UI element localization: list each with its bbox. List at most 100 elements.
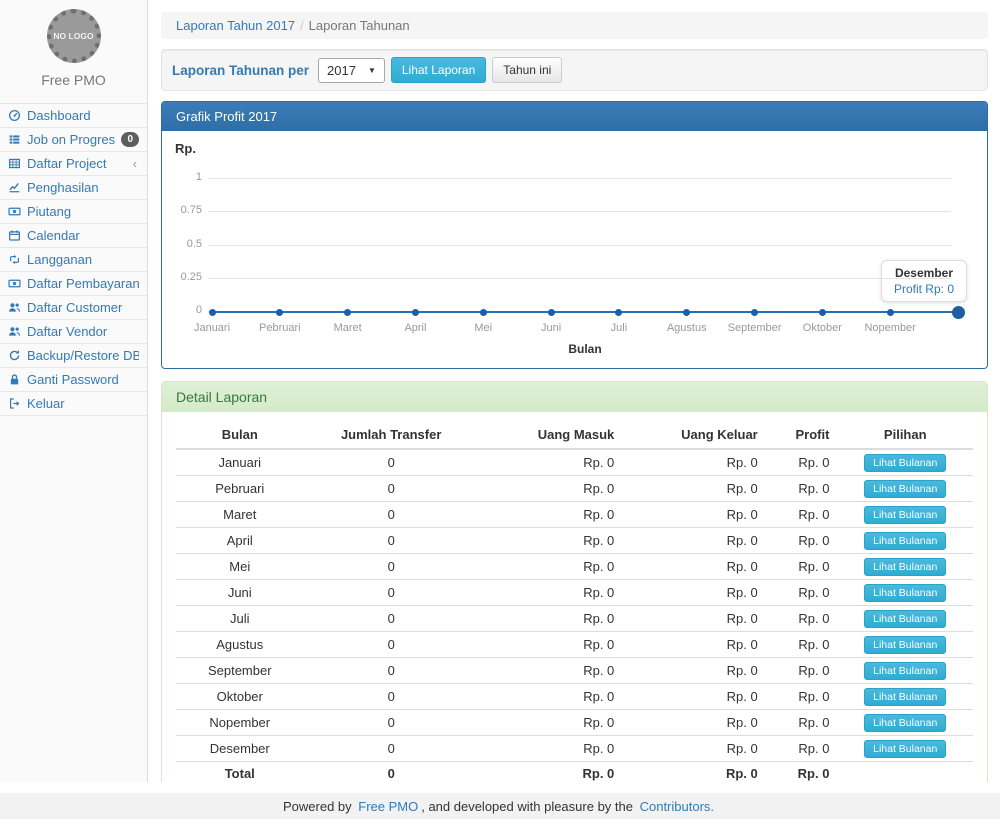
lihat-bulanan-button-september[interactable]: Lihat Bulanan xyxy=(864,662,946,680)
filter-label: Laporan Tahunan per xyxy=(172,63,309,78)
sidebar-item-dashboard[interactable]: Dashboard xyxy=(0,104,147,128)
sidebar-item-label: Ganti Password xyxy=(27,372,139,387)
chart-point-september[interactable] xyxy=(751,309,758,316)
chart-point-april[interactable] xyxy=(412,309,419,316)
cell-uang_keluar: Rp. 0 xyxy=(622,554,765,580)
y-tick-label: 0.75 xyxy=(168,204,202,216)
sidebar-item-daftar-vendor[interactable]: Daftar Vendor xyxy=(0,320,147,344)
sidebar-item-piutang[interactable]: Piutang xyxy=(0,200,147,224)
lihat-bulanan-button-april[interactable]: Lihat Bulanan xyxy=(864,532,946,550)
cell-uang_keluar: Rp. 0 xyxy=(622,684,765,710)
sidebar-menu: Dashboard Job on Progress0Daftar Project‹… xyxy=(0,103,147,416)
cell-bulan: Mei xyxy=(176,554,304,580)
lihat-bulanan-button-juni[interactable]: Lihat Bulanan xyxy=(864,584,946,602)
count-badge: 0 xyxy=(121,132,139,147)
sidebar-item-job-on-progress[interactable]: Job on Progress0 xyxy=(0,128,147,152)
chart-point-agustus[interactable] xyxy=(683,309,690,316)
y-tick-label: 0 xyxy=(168,304,202,316)
sidebar-item-langganan[interactable]: Langganan xyxy=(0,248,147,272)
sidebar-item-keluar[interactable]: Keluar xyxy=(0,392,147,416)
lihat-bulanan-button-juli[interactable]: Lihat Bulanan xyxy=(864,610,946,628)
cell-pilihan xyxy=(837,762,973,783)
cell-jumlah_transfer: 0 xyxy=(304,736,479,762)
money-icon xyxy=(8,277,21,290)
sidebar-item-label: Daftar Vendor xyxy=(27,324,139,339)
sidebar-item-penghasilan[interactable]: Penghasilan xyxy=(0,176,147,200)
y-tick-label: 0.5 xyxy=(168,238,202,250)
refresh-icon xyxy=(8,349,21,362)
chart-point-maret[interactable] xyxy=(344,309,351,316)
sidebar-item-backup-restore-db[interactable]: Backup/Restore DB xyxy=(0,344,147,368)
chart-tooltip: Desember Profit Rp: 0 xyxy=(881,260,967,302)
cell-uang_masuk: Rp. 0 xyxy=(479,710,622,736)
cell-bulan: Oktober xyxy=(176,684,304,710)
sidebar-item-daftar-customer[interactable]: Daftar Customer xyxy=(0,296,147,320)
table-row: Pebruari0Rp. 0Rp. 0Rp. 0Lihat Bulanan xyxy=(176,476,973,502)
lihat-bulanan-button-mei[interactable]: Lihat Bulanan xyxy=(864,558,946,576)
breadcrumb-separator: / xyxy=(300,18,304,33)
sign-out-icon xyxy=(8,397,21,410)
lihat-bulanan-button-januari[interactable]: Lihat Bulanan xyxy=(864,454,946,472)
column-header-uang-masuk: Uang Masuk xyxy=(479,422,622,449)
cell-pilihan: Lihat Bulanan xyxy=(837,580,973,606)
lihat-bulanan-button-nopember[interactable]: Lihat Bulanan xyxy=(864,714,946,732)
lihat-bulanan-button-pebruari[interactable]: Lihat Bulanan xyxy=(864,480,946,498)
footer-link-contributors[interactable]: Contributors. xyxy=(640,799,714,814)
chart-point-januari[interactable] xyxy=(209,309,216,316)
chart-point-nopember[interactable] xyxy=(887,309,894,316)
cell-jumlah_transfer: 0 xyxy=(304,502,479,528)
x-tick-label: Nopember xyxy=(853,322,927,334)
cell-uang_keluar: Rp. 0 xyxy=(622,658,765,684)
cell-uang_masuk: Rp. 0 xyxy=(479,762,622,783)
sidebar-item-ganti-password[interactable]: Ganti Password xyxy=(0,368,147,392)
cell-bulan: Pebruari xyxy=(176,476,304,502)
lihat-bulanan-button-agustus[interactable]: Lihat Bulanan xyxy=(864,636,946,654)
chart-point-mei[interactable] xyxy=(480,309,487,316)
chart-x-axis-label: Bulan xyxy=(212,342,958,356)
sidebar-item-label: Piutang xyxy=(27,204,139,219)
table-row: Mei0Rp. 0Rp. 0Rp. 0Lihat Bulanan xyxy=(176,554,973,580)
year-select[interactable]: 2017 ▼ xyxy=(318,58,385,83)
table-row: Maret0Rp. 0Rp. 0Rp. 0Lihat Bulanan xyxy=(176,502,973,528)
x-tick-label: Mei xyxy=(446,322,520,334)
cell-jumlah_transfer: 0 xyxy=(304,528,479,554)
cell-uang_keluar: Rp. 0 xyxy=(622,528,765,554)
cell-bulan: April xyxy=(176,528,304,554)
cell-bulan: Maret xyxy=(176,502,304,528)
sidebar-item-calendar[interactable]: Calendar xyxy=(0,224,147,248)
cell-profit: Rp. 0 xyxy=(766,762,838,783)
detail-report-panel: Detail Laporan BulanJumlah TransferUang … xyxy=(161,381,988,782)
gridline xyxy=(208,178,951,179)
cell-uang_keluar: Rp. 0 xyxy=(622,580,765,606)
lihat-bulanan-button-oktober[interactable]: Lihat Bulanan xyxy=(864,688,946,706)
footer-link-free-pmo[interactable]: Free PMO xyxy=(358,799,418,814)
cell-profit: Rp. 0 xyxy=(766,658,838,684)
lihat-bulanan-button-desember[interactable]: Lihat Bulanan xyxy=(864,740,946,758)
lihat-bulanan-button-maret[interactable]: Lihat Bulanan xyxy=(864,506,946,524)
cell-uang_keluar: Rp. 0 xyxy=(622,736,765,762)
sidebar-item-label: Dashboard xyxy=(27,108,139,123)
chart-point-pebruari[interactable] xyxy=(276,309,283,316)
chart-point-oktober[interactable] xyxy=(819,309,826,316)
footer: Powered by Free PMO, and developed with … xyxy=(0,793,1000,819)
sidebar-item-daftar-project[interactable]: Daftar Project‹ xyxy=(0,152,147,176)
chart-point-juli[interactable] xyxy=(615,309,622,316)
cell-pilihan: Lihat Bulanan xyxy=(837,632,973,658)
cell-pilihan: Lihat Bulanan xyxy=(837,710,973,736)
sidebar-item-daftar-pembayaran[interactable]: Daftar Pembayaran xyxy=(0,272,147,296)
breadcrumb-link-laporan-tahun[interactable]: Laporan Tahun 2017 xyxy=(176,18,295,33)
cell-bulan: Agustus xyxy=(176,632,304,658)
cell-uang_masuk: Rp. 0 xyxy=(479,528,622,554)
sidebar: NO LOGO Free PMO DashboardJob on Progres… xyxy=(0,0,148,782)
tahun-ini-button[interactable]: Tahun ini xyxy=(492,57,562,83)
sidebar-item-label: Penghasilan xyxy=(27,180,139,195)
chart-point-juni[interactable] xyxy=(548,309,555,316)
y-tick-label: 1 xyxy=(168,171,202,183)
cell-profit: Rp. 0 xyxy=(766,554,838,580)
cell-pilihan: Lihat Bulanan xyxy=(837,476,973,502)
cell-bulan: Juli xyxy=(176,606,304,632)
lihat-laporan-button[interactable]: Lihat Laporan xyxy=(391,57,486,83)
chart-point-desember[interactable] xyxy=(952,306,965,319)
table-row: Nopember0Rp. 0Rp. 0Rp. 0Lihat Bulanan xyxy=(176,710,973,736)
cell-profit: Rp. 0 xyxy=(766,476,838,502)
